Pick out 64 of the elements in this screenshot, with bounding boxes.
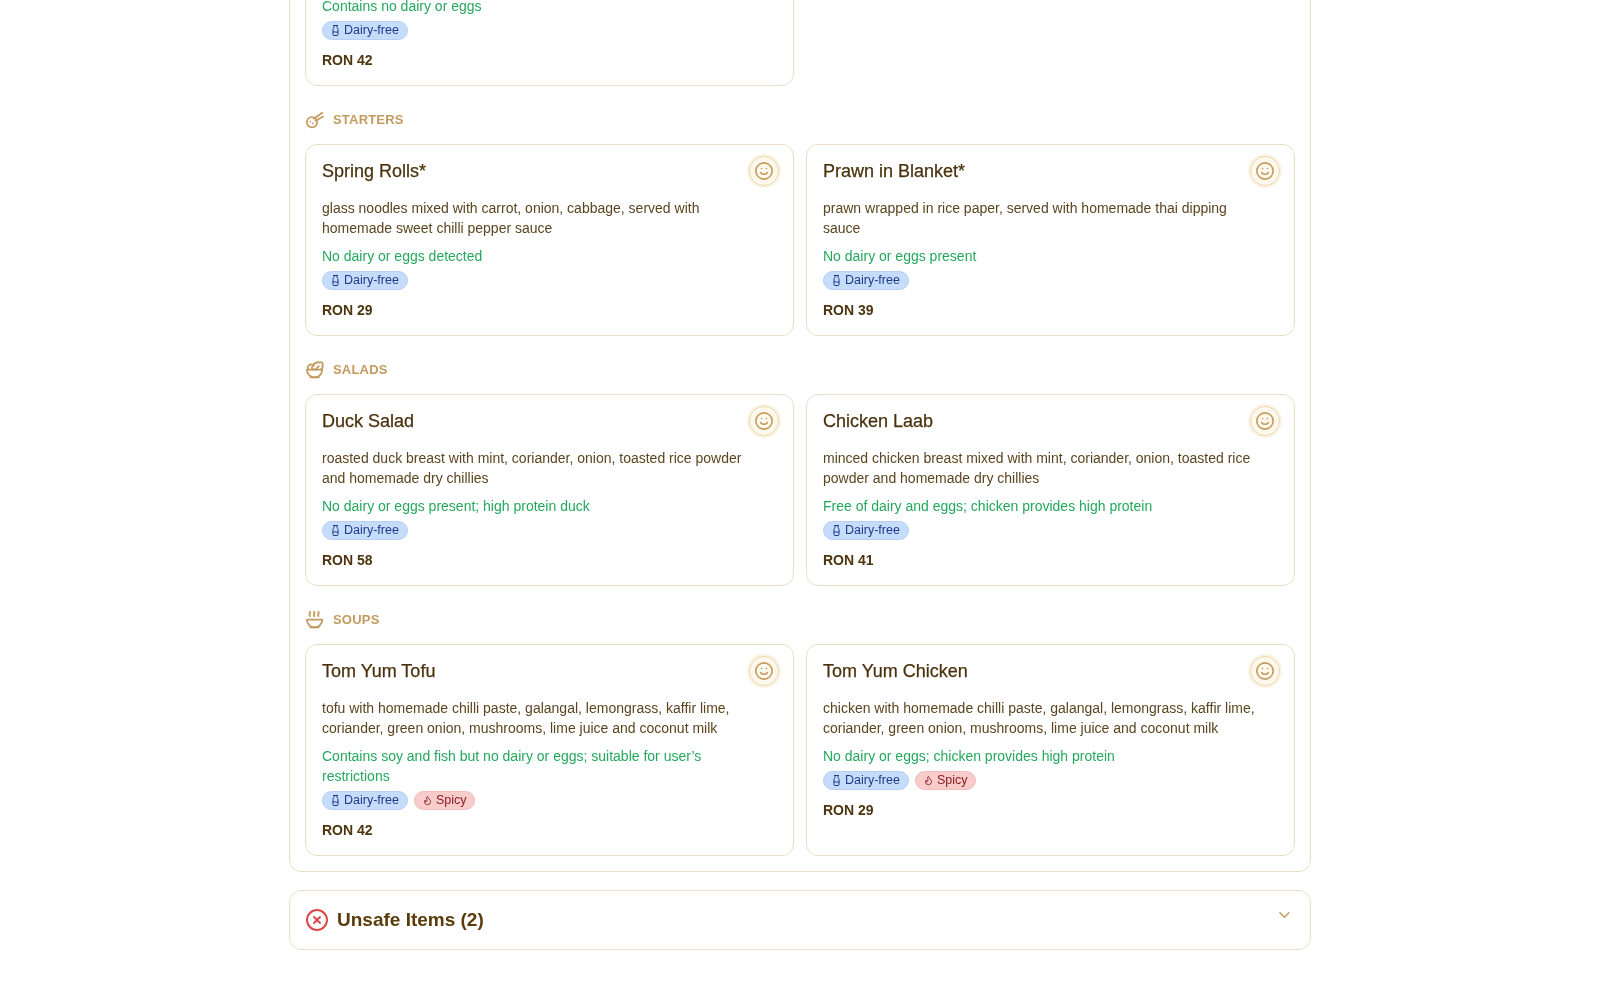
dish-price: RON 41 <box>823 551 875 570</box>
smiley-icon <box>1256 412 1274 430</box>
diet-note: No dairy or eggs; chicken provides high protein <box>823 747 1116 766</box>
dish-price: RON 29 <box>823 801 875 820</box>
dish-description: chicken with homemade chilli paste, galangal, lemongrass, kaffir lime, coriander, green onion, mushrooms, lime juice and coconut milk <box>823 699 1256 738</box>
tag-label: Spicy <box>435 792 467 809</box>
dish-name: Tom Yum Chicken <box>823 660 968 683</box>
diet-note: Free of dairy and eggs; chicken provides high protein <box>823 497 1154 516</box>
milk-bottle-icon <box>833 275 840 286</box>
dish-price: RON 42 <box>322 821 374 840</box>
smiley-button[interactable] <box>749 406 779 436</box>
tag-label: Dairy-free <box>344 792 399 809</box>
milk-bottle-icon <box>833 525 840 536</box>
tag-label: Dairy-free <box>344 522 399 539</box>
dish-name: Prawn in Blanket* <box>823 160 966 183</box>
tag-label: Dairy-free <box>845 522 900 539</box>
diet-note: No dairy or eggs present <box>823 247 978 266</box>
milk-bottle-icon <box>332 275 339 286</box>
food-chopsticks-icon <box>306 111 324 129</box>
flame-icon <box>423 795 431 806</box>
diet-note: No dairy or eggs present; high protein duck <box>322 497 591 516</box>
diet-note: Contains soy and fish but no dairy or eggs; suitable for user’s restrictions <box>322 747 703 786</box>
smiley-button[interactable] <box>1250 406 1280 436</box>
dish-description: roasted duck breast with mint, coriander, onion, toasted rice powder and homemade dry chillies <box>322 449 743 488</box>
smiley-button[interactable] <box>749 156 779 186</box>
dish-price: RON 42 <box>322 51 374 70</box>
milk-bottle-icon <box>332 25 339 36</box>
dish-description: minced chicken breast mixed with mint, coriander, onion, toasted rice powder and homemade dry chillies <box>823 449 1252 488</box>
dish-price: RON 29 <box>322 301 374 320</box>
dish-price: RON 39 <box>823 301 875 320</box>
milk-bottle-icon <box>332 525 339 536</box>
section-heading: SALADS <box>333 361 388 379</box>
smiley-button[interactable] <box>1250 156 1280 186</box>
dish-description: prawn wrapped in rice paper, served with homemade thai dipping sauce <box>823 199 1228 238</box>
tag-label: Dairy-free <box>845 772 900 789</box>
dish-description: tofu with homemade chilli paste, galangal, lemongrass, kaffir lime, coriander, green onion, mushrooms, lime juice and coconut milk <box>322 699 731 738</box>
dish-price: RON 58 <box>322 551 374 570</box>
flame-icon <box>924 775 932 786</box>
milk-bottle-icon <box>332 795 339 806</box>
diet-note: No dairy or eggs detected <box>322 247 484 266</box>
smiley-icon <box>755 162 773 180</box>
smiley-icon <box>755 412 773 430</box>
salad-bowl-icon <box>306 361 324 379</box>
dish-name: Tom Yum Tofu <box>322 660 436 683</box>
tag-label: Dairy-free <box>344 22 399 39</box>
tag-label: Dairy-free <box>845 272 900 289</box>
soup-bowl-icon <box>306 611 324 629</box>
dish-description: glass noodles mixed with carrot, onion, cabbage, served with homemade sweet chilli pepper sauce <box>322 199 701 238</box>
section-heading: STARTERS <box>333 111 404 129</box>
smiley-icon <box>1256 662 1274 680</box>
smiley-button[interactable] <box>1250 656 1280 686</box>
diet-note: Contains no dairy or eggs <box>322 0 483 16</box>
tag-label: Spicy <box>936 772 968 789</box>
smiley-icon <box>1256 162 1274 180</box>
milk-bottle-icon <box>833 775 840 786</box>
section-heading: SOUPS <box>333 611 380 629</box>
dish-name: Duck Salad <box>322 410 415 433</box>
smiley-button[interactable] <box>749 656 779 686</box>
unsafe-items-toggle[interactable]: Unsafe Items (2) <box>289 890 1311 950</box>
dish-name: Spring Rolls* <box>322 160 427 183</box>
dish-name: Chicken Laab <box>823 410 934 433</box>
x-circle-icon <box>306 909 328 931</box>
tag-label: Dairy-free <box>344 272 399 289</box>
smiley-icon <box>755 662 773 680</box>
